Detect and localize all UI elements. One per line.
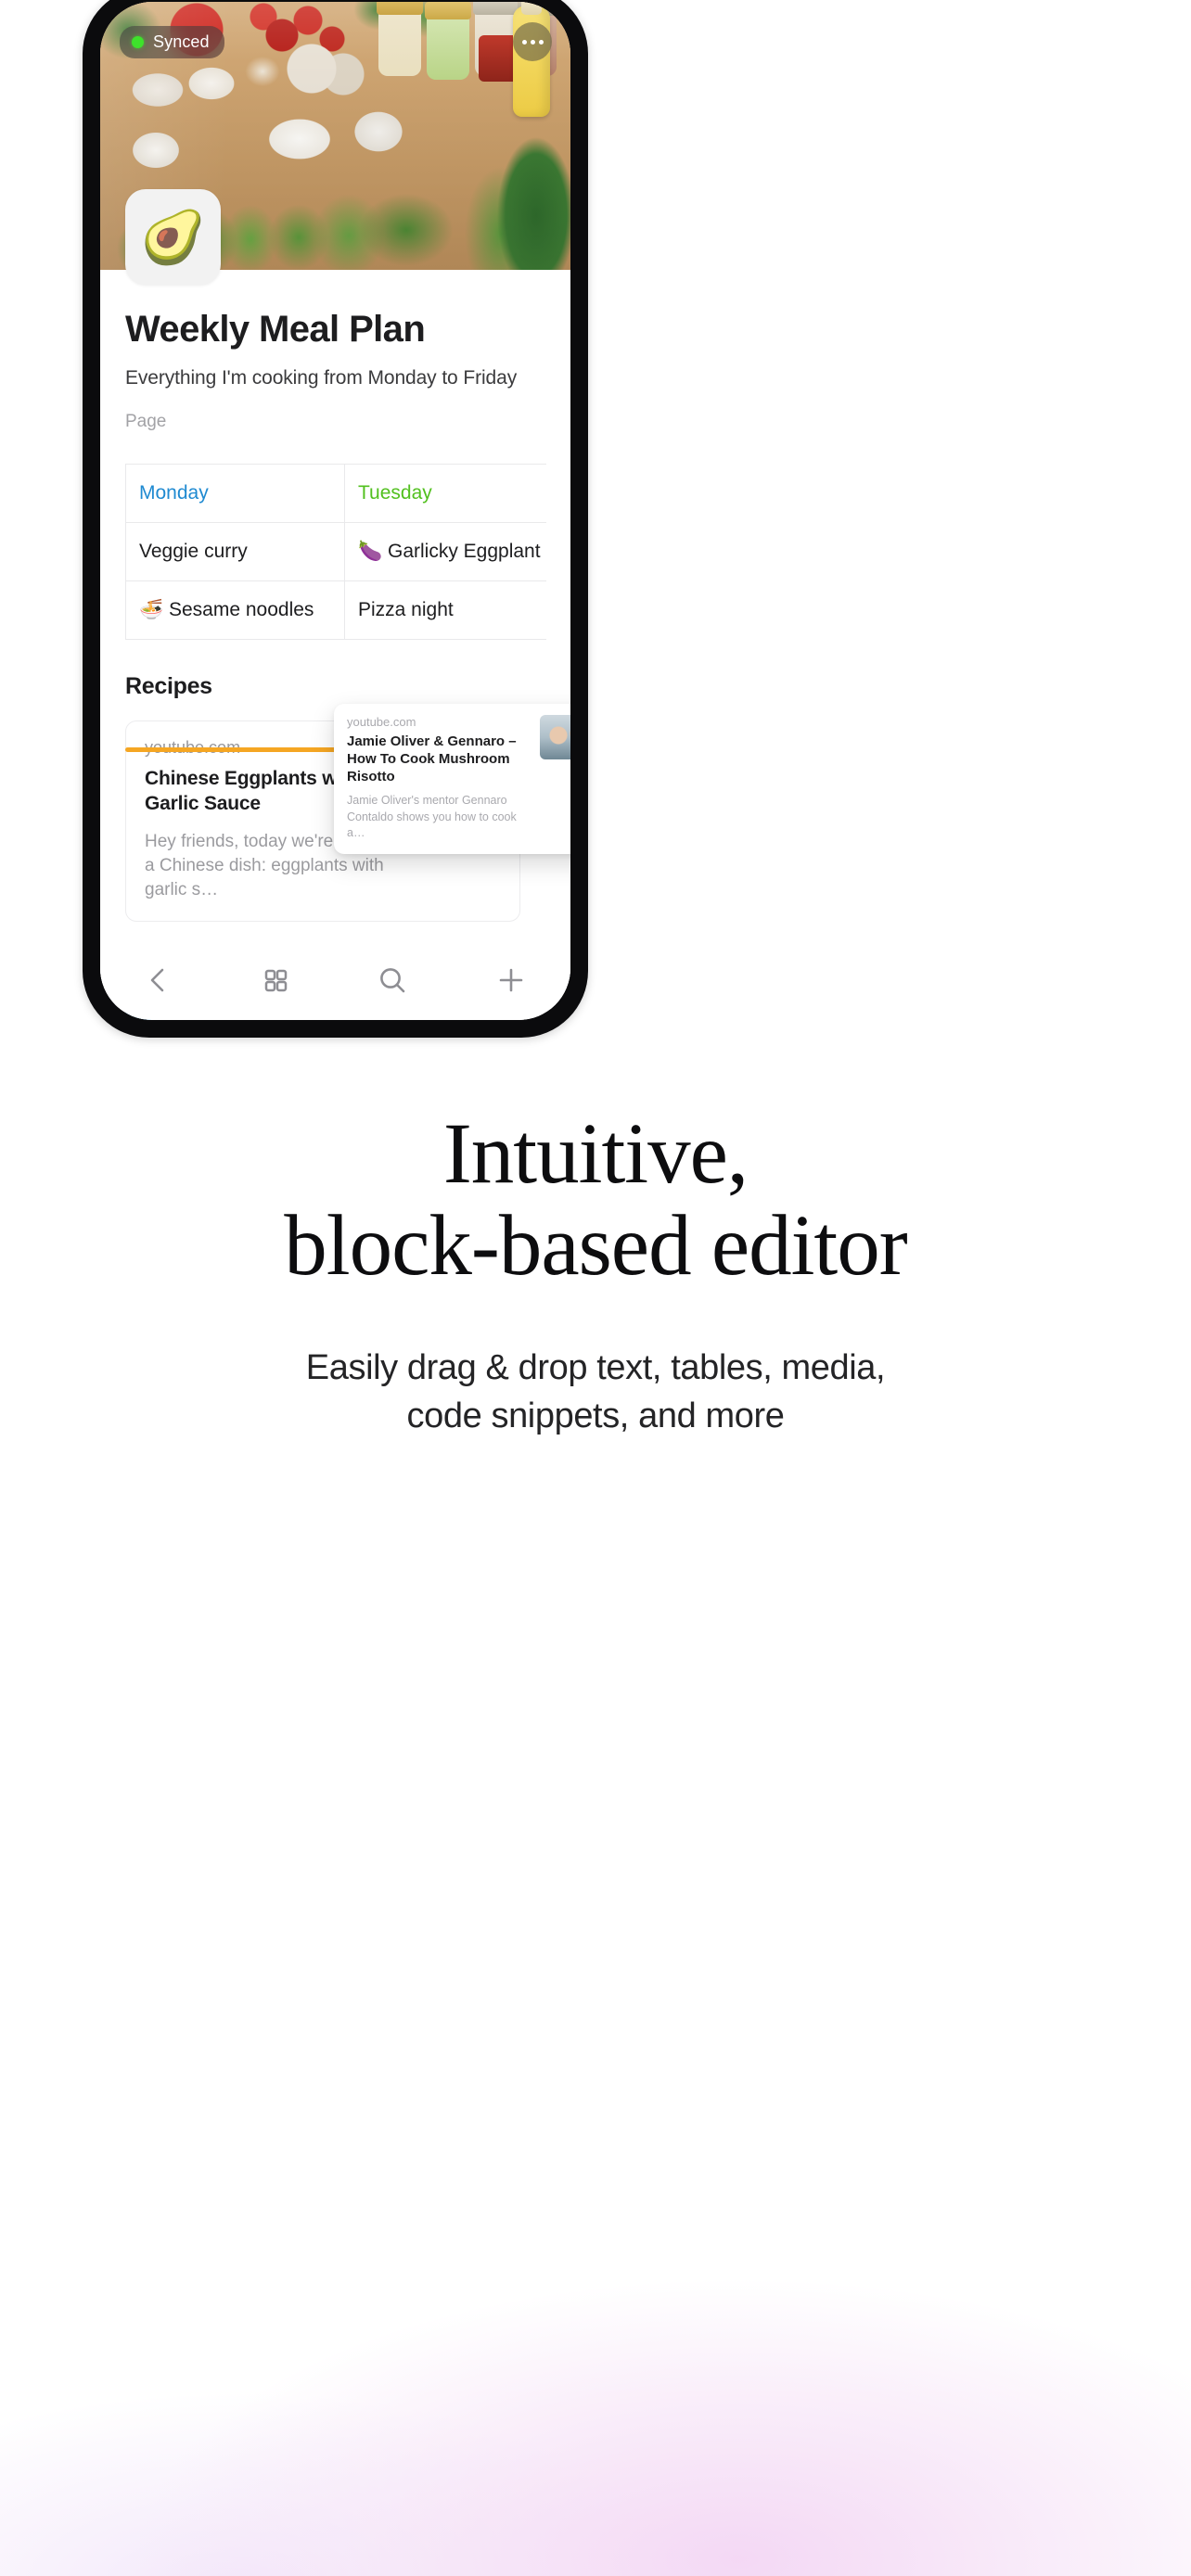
page-title[interactable]: Weekly Meal Plan [125,309,546,351]
plus-icon[interactable] [494,963,528,997]
sync-status-label: Synced [153,32,210,51]
sync-status-badge[interactable]: Synced [120,26,224,58]
promo-section: Intuitive, block-based editor Easily dra… [0,1106,1191,1439]
more-options-button[interactable] [513,22,552,61]
ellipsis-icon-dot [521,39,527,45]
page-kind-label: Page [125,412,167,431]
table-row: 🍜 Sesame noodles Pizza night Rissotto [125,580,546,640]
table-cell[interactable]: Pizza night [344,580,546,640]
jar-lid-3 [473,2,518,15]
page-icon[interactable]: 🥑 [125,189,221,285]
phone-screen: Synced 🥑 Weekly Meal Plan Everything I'm… [100,2,570,1020]
sync-status-dot [132,36,144,48]
ellipsis-icon-dot [538,39,544,45]
ellipsis-icon-dot [530,39,535,45]
jar-lid-2 [425,2,471,19]
meal-table-wrapper: Monday Tuesday Wednesday Veggie curry 🍆 … [125,464,546,640]
phone-frame: Synced 🥑 Weekly Meal Plan Everything I'm… [83,0,588,1038]
promo-headline-line1: Intuitive, [442,1106,749,1202]
dragged-card-title: Jamie Oliver & Gennaro – How To Cook Mus… [347,733,517,784]
search-icon[interactable] [376,963,409,997]
bottom-tab-bar [100,940,570,1020]
promo-subtext-line1: Easily drag & drop text, tables, media, [305,1348,886,1388]
dragged-link-card[interactable]: youtube.com Jamie Oliver & Gennaro – How… [334,704,570,854]
table-header-tuesday[interactable]: Tuesday [344,464,546,523]
table-header-monday[interactable]: Monday [125,464,345,523]
dragged-card-thumbnail [540,715,570,759]
document-body: Weekly Meal Plan Everything I'm cooking … [100,270,570,1020]
back-icon[interactable] [143,964,174,996]
dragged-card-domain: youtube.com [347,715,416,729]
table-cell[interactable]: 🍜 Sesame noodles [125,580,345,640]
page-subtitle[interactable]: Everything I'm cooking from Monday to Fr… [125,367,546,389]
recipes-heading: Recipes [125,673,212,699]
table-cell[interactable]: 🍆 Garlicky Eggplant [344,522,546,581]
table-row: Veggie curry 🍆 Garlicky Eggplant Leftove… [125,522,546,581]
meal-plan-table[interactable]: Monday Tuesday Wednesday Veggie curry 🍆 … [125,464,546,640]
promo-headline-line2: block-based editor [284,1197,908,1294]
dragged-card-description: Jamie Oliver's mentor Gennaro Contaldo s… [347,794,517,839]
jar-lid-1 [377,2,423,15]
promo-subtext-line2: code snippets, and more [406,1396,785,1436]
grid-icon[interactable] [260,964,291,996]
oil-bottle-cap [521,2,542,15]
table-cell[interactable]: Veggie curry [125,522,345,581]
table-header-row: Monday Tuesday Wednesday [125,464,546,523]
